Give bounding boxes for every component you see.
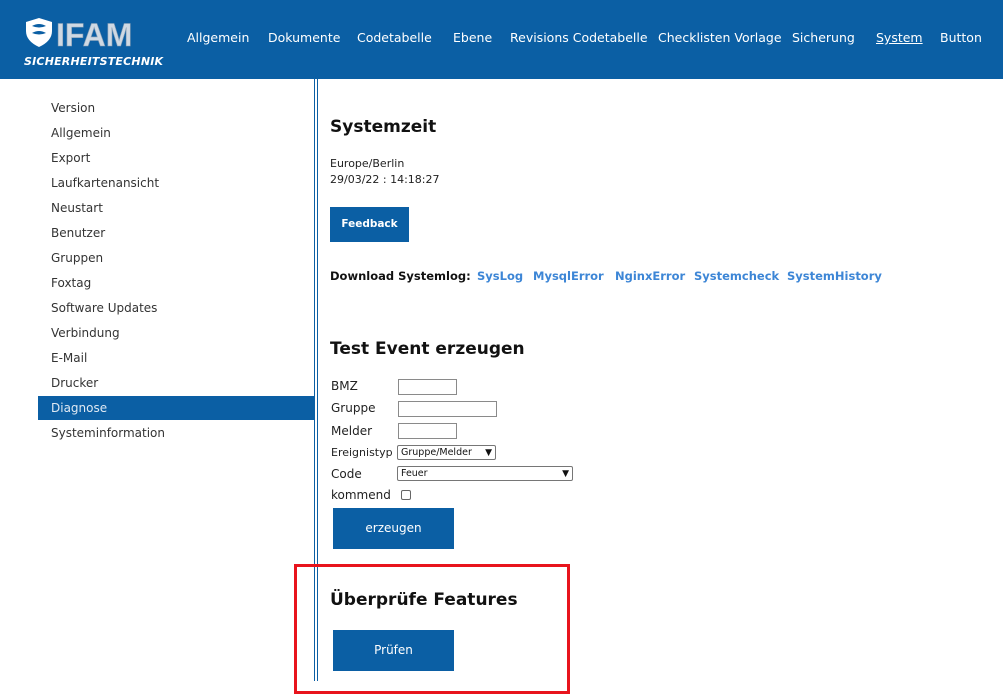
gruppe-label: Gruppe [331,401,376,415]
code-value: Feuer [401,468,428,479]
nav-checklisten-vorlage[interactable]: Checklisten Vorlage [658,30,782,45]
nav-allgemein[interactable]: Allgemein [187,30,249,45]
sidebar-item-gruppen[interactable]: Gruppen [38,246,314,270]
brand-tagline: SICHERHEITSTECHNIK [24,55,164,68]
sidebar-item-neustart[interactable]: Neustart [38,196,314,220]
bmz-label: BMZ [331,379,358,393]
sidebar-item-export[interactable]: Export [38,146,314,170]
sidebar-item-diagnose[interactable]: Diagnose [38,396,314,420]
nav-sicherung[interactable]: Sicherung [792,30,855,45]
sidebar-item-verbindung[interactable]: Verbindung [38,321,314,345]
gruppe-input[interactable] [398,401,497,417]
ereignistyp-select[interactable]: Gruppe/Melder ▼ [397,445,496,460]
nav-codetabelle[interactable]: Codetabelle [357,30,432,45]
chevron-down-icon: ▼ [562,469,569,479]
nav-system[interactable]: System [876,30,923,45]
test-event-heading: Test Event erzeugen [330,339,525,359]
sidebar-item-foxtag[interactable]: Foxtag [38,271,314,295]
nav-dokumente[interactable]: Dokumente [268,30,340,45]
sidebar-item-drucker[interactable]: Drucker [38,371,314,395]
sidebar-item-software-updates[interactable]: Software Updates [38,296,314,320]
mysqlerror-link[interactable]: MysqlError [533,269,604,283]
nav-revisions-codetabelle[interactable]: Revisions Codetabelle [510,30,648,45]
download-systemlog-label: Download Systemlog: [330,269,471,283]
nav-button[interactable]: Button [940,30,982,45]
systemhistory-link[interactable]: SystemHistory [787,269,882,283]
kommend-label: kommend [331,488,391,502]
top-navigation-bar: IFAM SICHERHEITSTECHNIK Allgemein Dokume… [0,0,1003,79]
sidebar-item-version[interactable]: Version [38,96,314,120]
sidebar-item-email[interactable]: E-Mail [38,346,314,370]
nav-ebene[interactable]: Ebene [453,30,492,45]
datetime-text: 29/03/22 : 14:18:27 [330,173,440,186]
code-label: Code [331,467,362,481]
chevron-down-icon: ▼ [485,448,492,458]
sidebar-item-allgemein[interactable]: Allgemein [38,121,314,145]
highlight-box [294,564,570,694]
systemcheck-link[interactable]: Systemcheck [694,269,779,283]
svg-text:IFAM: IFAM [56,17,132,53]
melder-input[interactable] [398,423,457,439]
ereignistyp-label: Ereignistyp [331,446,393,459]
sidebar-item-benutzer[interactable]: Benutzer [38,221,314,245]
feedback-button[interactable]: Feedback [330,207,409,242]
erzeugen-button[interactable]: erzeugen [333,508,454,549]
bmz-input[interactable] [398,379,457,395]
melder-label: Melder [331,424,373,438]
timezone-text: Europe/Berlin [330,157,405,170]
ereignistyp-value: Gruppe/Melder [401,447,472,458]
kommend-checkbox[interactable] [401,490,411,500]
syslog-link[interactable]: SysLog [477,269,523,283]
sidebar-item-systeminformation[interactable]: Systeminformation [38,421,314,445]
code-select[interactable]: Feuer ▼ [397,466,573,481]
sidebar-item-laufkartenansicht[interactable]: Laufkartenansicht [38,171,314,195]
systemzeit-heading: Systemzeit [330,117,437,137]
nginxerror-link[interactable]: NginxError [615,269,685,283]
